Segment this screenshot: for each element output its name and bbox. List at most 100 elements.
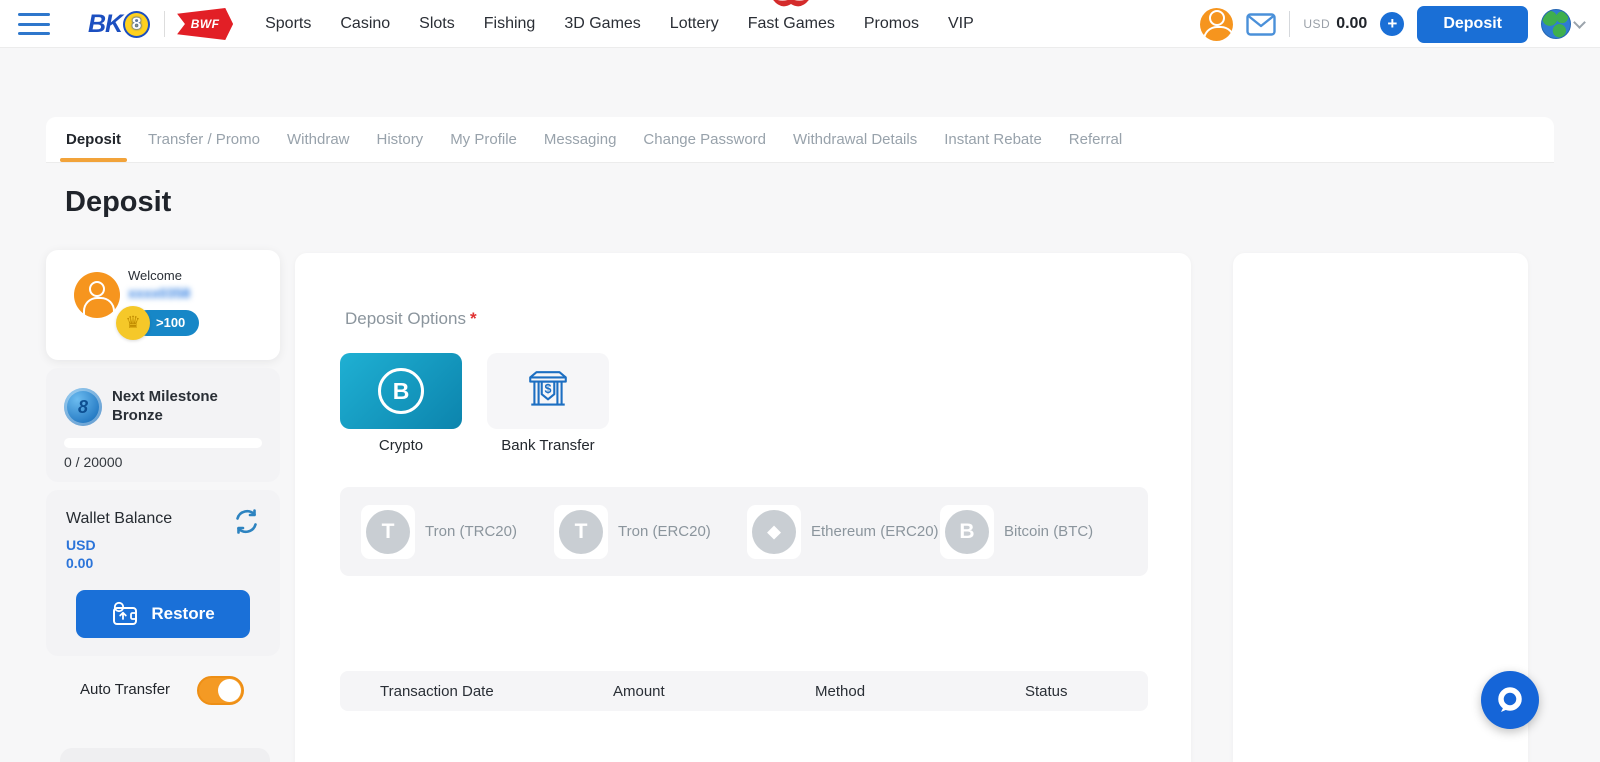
welcome-card: Welcome xxxx0358 >100 ♛ [46, 250, 280, 360]
hot-badge-icon [769, 0, 813, 11]
nav-item-slots[interactable]: Slots [419, 0, 455, 48]
account-tabbar: Deposit Transfer / Promo Withdraw Histor… [46, 117, 1554, 163]
page-title: Deposit [65, 186, 171, 219]
logo-divider [164, 11, 165, 37]
column-method: Method [815, 683, 1025, 700]
hamburger-menu-icon[interactable] [18, 13, 50, 35]
svg-text:$: $ [545, 382, 552, 396]
nav-item-sports[interactable]: Sports [265, 0, 311, 48]
wallet-amount: 0.00 [66, 555, 93, 571]
column-transaction-date: Transaction Date [380, 683, 613, 700]
balance-currency: USD [1303, 17, 1330, 31]
welcome-greeting: Welcome [128, 268, 190, 283]
globe-icon [1541, 9, 1571, 39]
tab-my-profile[interactable]: My Profile [450, 117, 517, 162]
bank-icon: $ [525, 368, 571, 414]
channel-label: Bitcoin (BTC) [1004, 523, 1093, 540]
channel-label: Tron (TRC20) [425, 523, 517, 540]
crypto-channels-bar: T Tron (TRC20) T Tron (ERC20) ◆ Ethereum… [340, 487, 1148, 576]
channel-ethereum-erc20[interactable]: ◆ Ethereum (ERC20) [747, 505, 940, 559]
method-tile-crypto[interactable]: B [340, 353, 462, 429]
method-tile-bank-transfer[interactable]: $ [487, 353, 609, 429]
nav-item-promos[interactable]: Promos [864, 0, 919, 48]
milestone-title: Next Milestone [112, 387, 218, 406]
main-nav-menu: Sports Casino Slots Fishing 3D Games Lot… [265, 0, 974, 48]
transactions-table-header: Transaction Date Amount Method Status [340, 671, 1148, 711]
milestone-card: 8 Next Milestone Bronze 0 / 20000 [46, 368, 280, 482]
nav-item-fishing[interactable]: Fishing [484, 0, 536, 48]
wallet-restore-icon [111, 601, 139, 627]
nav-item-lottery[interactable]: Lottery [670, 0, 719, 48]
bitcoin-icon: B [945, 510, 989, 554]
bk8-logo-eight: 8 [123, 11, 150, 38]
channel-label: Ethereum (ERC20) [811, 523, 939, 540]
milestone-progress-bar [64, 438, 262, 448]
deposit-options-label: Deposit Options* [345, 309, 477, 329]
navbar-divider [1289, 11, 1290, 37]
top-navbar: BK 8 BWF Sports Casino Slots Fishing 3D … [0, 0, 1600, 48]
tab-withdraw[interactable]: Withdraw [287, 117, 350, 162]
deposit-button[interactable]: Deposit [1417, 6, 1528, 43]
bk8-logo[interactable]: BK 8 [88, 10, 150, 39]
nav-item-fast-games-label: Fast Games [748, 15, 835, 32]
tab-withdrawal-details[interactable]: Withdrawal Details [793, 117, 917, 162]
tab-history[interactable]: History [377, 117, 424, 162]
nav-item-fast-games[interactable]: Fast Games [748, 0, 835, 48]
tether-icon: T [366, 510, 410, 554]
avatar [74, 272, 120, 318]
ethereum-icon: ◆ [752, 510, 796, 554]
page: BK 8 BWF Sports Casino Slots Fishing 3D … [0, 0, 1600, 762]
method-label-crypto: Crypto [340, 437, 462, 454]
restore-button[interactable]: Restore [76, 590, 250, 638]
deposit-options-text: Deposit Options [345, 309, 466, 328]
tab-deposit[interactable]: Deposit [66, 117, 121, 162]
channel-label: Tron (ERC20) [618, 523, 711, 540]
tether-icon: T [559, 510, 603, 554]
milestone-tier: Bronze [112, 406, 218, 425]
deposit-panel: Deposit Options* B $ Crypto Bank Transfe… [295, 253, 1191, 762]
channel-bitcoin-btc[interactable]: B Bitcoin (BTC) [940, 505, 1133, 559]
required-asterisk: * [470, 309, 477, 328]
milestone-progress-text: 0 / 20000 [64, 454, 122, 470]
next-card-stub [60, 748, 270, 762]
wallet-currency: USD [66, 537, 96, 553]
chat-bubble-icon [1494, 684, 1526, 716]
tab-change-password[interactable]: Change Password [643, 117, 766, 162]
live-chat-button[interactable] [1481, 671, 1539, 729]
user-avatar-icon[interactable] [1200, 8, 1233, 41]
auto-transfer-label: Auto Transfer [80, 681, 170, 698]
tab-instant-rebate[interactable]: Instant Rebate [944, 117, 1042, 162]
vip-level-badge[interactable]: >100 ♛ [116, 306, 246, 340]
navbar-right: USD 0.00 + Deposit [1200, 0, 1584, 48]
language-selector[interactable] [1541, 9, 1584, 39]
username-masked: xxxx0358 [128, 285, 190, 301]
bk8-logo-text: BK [88, 10, 122, 39]
nav-item-casino[interactable]: Casino [340, 0, 390, 48]
channel-tron-trc20[interactable]: T Tron (TRC20) [361, 505, 554, 559]
refresh-balance-icon[interactable] [233, 508, 260, 540]
channel-tron-erc20[interactable]: T Tron (ERC20) [554, 505, 747, 559]
wallet-balance-title: Wallet Balance [66, 510, 172, 528]
milestone-coin-icon: 8 [64, 388, 102, 426]
navbar-left: BK 8 BWF Sports Casino Slots Fishing 3D … [0, 0, 974, 48]
restore-button-label: Restore [151, 604, 214, 624]
tab-referral[interactable]: Referral [1069, 117, 1122, 162]
messages-icon[interactable] [1246, 13, 1276, 36]
bitcoin-icon: B [378, 368, 424, 414]
balance-amount: 0.00 [1336, 15, 1367, 33]
nav-item-3d-games[interactable]: 3D Games [564, 0, 640, 48]
method-label-bank-transfer: Bank Transfer [487, 437, 609, 454]
chevron-down-icon [1573, 16, 1586, 29]
wallet-balance-card: Wallet Balance USD 0.00 Restore [46, 490, 280, 656]
bwf-logo-text: BWF [191, 17, 220, 31]
add-funds-button[interactable]: + [1380, 12, 1404, 36]
wallet-balance-top: USD 0.00 [1303, 15, 1367, 33]
tab-transfer-promo[interactable]: Transfer / Promo [148, 117, 260, 162]
auto-transfer-toggle[interactable] [197, 676, 244, 705]
tab-messaging[interactable]: Messaging [544, 117, 617, 162]
column-status: Status [1025, 683, 1148, 700]
crown-icon: ♛ [116, 306, 150, 340]
bwf-logo: BWF [177, 8, 233, 40]
nav-item-vip[interactable]: VIP [948, 0, 974, 48]
column-amount: Amount [613, 683, 815, 700]
